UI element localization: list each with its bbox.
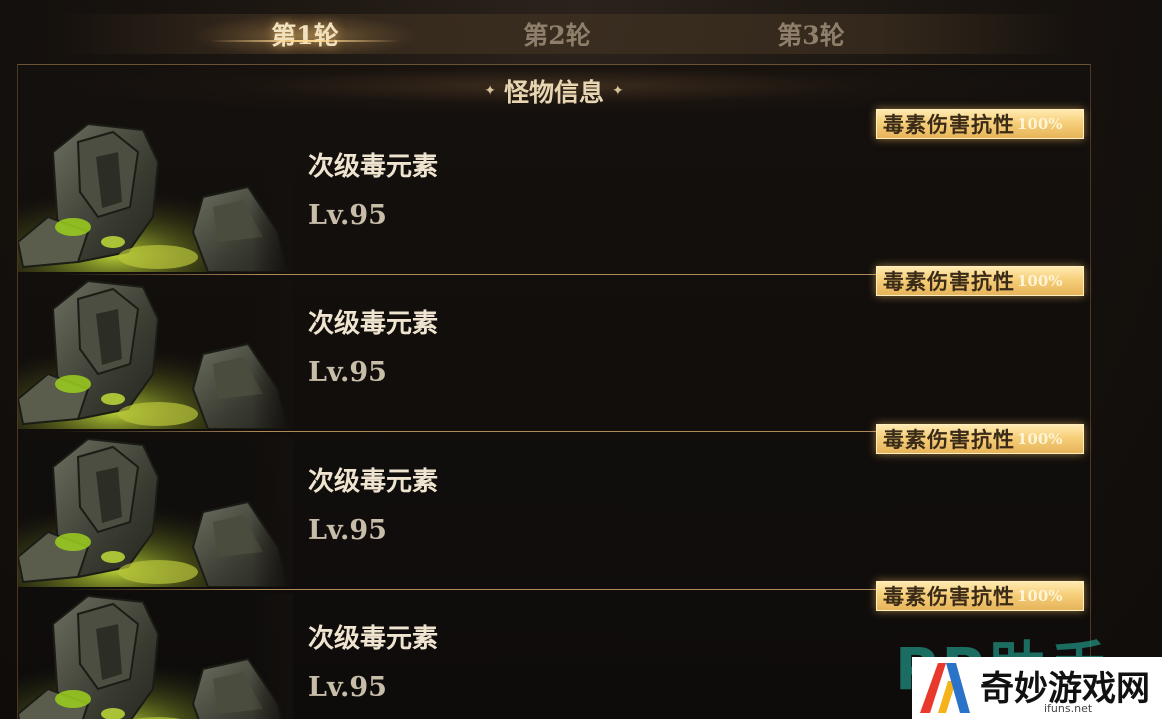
poison-elemental-portrait bbox=[18, 122, 293, 272]
monster-row[interactable]: 次级毒元素 Lv.95 毒素伤害抗性 100% bbox=[18, 266, 1090, 432]
poison-elemental-portrait bbox=[18, 437, 293, 587]
round-tab-bar: 第1轮 第2轮 第3轮 bbox=[55, 14, 1075, 54]
site-url: ifuns.net bbox=[1044, 702, 1093, 715]
tab-round-3[interactable]: 第3轮 bbox=[696, 14, 926, 54]
resistance-value: 100% bbox=[1017, 587, 1063, 605]
monster-row[interactable]: 次级毒元素 Lv.95 毒素伤害抗性 100% bbox=[18, 424, 1090, 590]
resistance-value: 100% bbox=[1017, 115, 1063, 133]
monster-name: 次级毒元素 bbox=[308, 624, 439, 654]
monster-level: Lv.95 bbox=[308, 200, 387, 231]
resistance-badge[interactable]: 毒素伤害抗性 100% bbox=[876, 424, 1084, 454]
monster-level: Lv.95 bbox=[308, 515, 387, 546]
resistance-label: 毒素伤害抗性 bbox=[883, 112, 1015, 137]
resistance-value: 100% bbox=[1017, 430, 1063, 448]
ornament-right-icon: ✦ bbox=[612, 83, 624, 99]
resistance-label: 毒素伤害抗性 bbox=[883, 427, 1015, 452]
monster-level: Lv.95 bbox=[308, 672, 387, 703]
monster-info-panel: ✦ 怪物信息 ✦ 次级毒元素 Lv.95 毒素伤害抗性 100% 次级毒元素 L… bbox=[17, 64, 1091, 719]
monster-name: 次级毒元素 bbox=[308, 152, 439, 182]
site-logo-icon bbox=[920, 663, 970, 713]
monster-row[interactable]: 次级毒元素 Lv.95 毒素伤害抗性 100% bbox=[18, 109, 1090, 275]
resistance-badge[interactable]: 毒素伤害抗性 100% bbox=[876, 109, 1084, 139]
monster-level: Lv.95 bbox=[308, 357, 387, 388]
tab-round-2[interactable]: 第2轮 bbox=[442, 14, 672, 54]
game-screen: 第1轮 第2轮 第3轮 ✦ 怪物信息 ✦ 次级毒元素 Lv.95 毒素伤害抗性 … bbox=[0, 0, 1162, 719]
monster-name: 次级毒元素 bbox=[308, 467, 439, 497]
monster-name: 次级毒元素 bbox=[308, 309, 439, 339]
resistance-badge[interactable]: 毒素伤害抗性 100% bbox=[876, 266, 1084, 296]
resistance-value: 100% bbox=[1017, 272, 1063, 290]
ornament-left-icon: ✦ bbox=[484, 83, 496, 99]
site-watermark: 奇妙游戏网 ifuns.net bbox=[912, 657, 1162, 719]
tab-round-1[interactable]: 第1轮 bbox=[190, 14, 420, 54]
panel-title: 怪物信息 bbox=[503, 78, 604, 107]
resistance-label: 毒素伤害抗性 bbox=[883, 584, 1015, 609]
resistance-label: 毒素伤害抗性 bbox=[883, 269, 1015, 294]
poison-elemental-portrait bbox=[18, 594, 293, 719]
resistance-badge[interactable]: 毒素伤害抗性 100% bbox=[876, 581, 1084, 611]
poison-elemental-portrait bbox=[18, 279, 293, 429]
